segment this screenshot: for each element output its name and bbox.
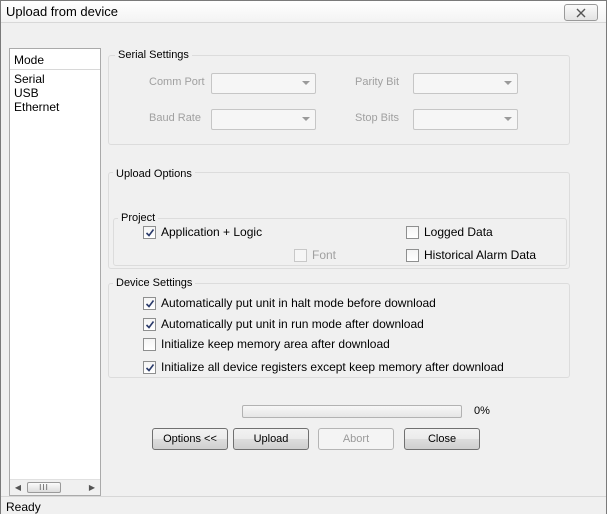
checkmark-icon — [145, 228, 155, 237]
upload-dialog: Upload from device Mode Serial USB Ether… — [0, 0, 607, 514]
checkbox-box — [143, 360, 156, 374]
parity-bit-select[interactable] — [413, 73, 518, 94]
stop-bits-label: Stop Bits — [355, 112, 400, 124]
checkmark-icon — [145, 320, 155, 329]
run-mode-label: Automatically put unit in run mode after… — [161, 317, 424, 331]
font-label: Font — [312, 248, 337, 262]
baud-rate-select[interactable] — [211, 109, 316, 130]
mode-list: Serial USB Ethernet — [10, 70, 100, 114]
font-checkbox[interactable]: Font — [294, 248, 336, 262]
title-bar[interactable]: Upload from device — [1, 1, 606, 23]
device-settings-group: Device Settings Automatically put unit i… — [108, 277, 570, 378]
options-button[interactable]: Options << — [152, 428, 228, 450]
checkbox-box — [143, 337, 156, 351]
logged-data-label: Logged Data — [424, 225, 493, 239]
application-logic-label: Application + Logic — [161, 225, 263, 239]
progress-percent: 0% — [474, 405, 490, 417]
application-logic-checkbox[interactable]: Application + Logic — [143, 225, 262, 239]
chevron-down-icon — [504, 117, 512, 121]
chevron-down-icon — [302, 117, 310, 121]
abort-button[interactable]: Abort — [318, 428, 394, 450]
upload-options-legend: Upload Options — [113, 168, 195, 180]
upload-progress-bar — [242, 405, 462, 418]
status-bar: Ready — [1, 496, 606, 514]
scroll-left-icon[interactable]: ◀ — [10, 480, 26, 495]
logged-data-checkbox[interactable]: Logged Data — [406, 225, 493, 239]
historical-alarm-checkbox[interactable]: Historical Alarm Data — [406, 248, 536, 262]
upload-button[interactable]: Upload — [233, 428, 309, 450]
keep-memory-checkbox[interactable]: Initialize keep memory area after downlo… — [143, 337, 390, 351]
mode-item-ethernet[interactable]: Ethernet — [14, 100, 100, 114]
mode-item-usb[interactable]: USB — [14, 86, 100, 100]
checkmark-icon — [145, 363, 155, 372]
chevron-down-icon — [504, 81, 512, 85]
mode-header: Mode — [10, 49, 100, 70]
baud-rate-label: Baud Rate — [149, 112, 201, 124]
project-legend: Project — [118, 212, 159, 224]
device-settings-legend: Device Settings — [113, 277, 196, 289]
halt-mode-checkbox[interactable]: Automatically put unit in halt mode befo… — [143, 296, 436, 310]
chevron-down-icon — [302, 81, 310, 85]
historical-alarm-label: Historical Alarm Data — [424, 248, 537, 262]
mode-item-serial[interactable]: Serial — [14, 72, 100, 86]
stop-bits-select[interactable] — [413, 109, 518, 130]
window-close-button[interactable] — [564, 4, 598, 21]
parity-bit-label: Parity Bit — [355, 76, 400, 88]
horizontal-scrollbar[interactable]: ◀ III ▶ — [10, 479, 100, 495]
checkmark-icon — [145, 299, 155, 308]
scroll-thumb[interactable]: III — [27, 482, 61, 493]
checkbox-box — [406, 225, 419, 239]
comm-port-select[interactable] — [211, 73, 316, 94]
init-registers-label: Initialize all device registers except k… — [161, 360, 504, 374]
keep-memory-label: Initialize keep memory area after downlo… — [161, 337, 390, 351]
status-text: Ready — [6, 500, 41, 514]
init-registers-checkbox[interactable]: Initialize all device registers except k… — [143, 360, 504, 374]
scroll-right-icon[interactable]: ▶ — [84, 480, 100, 495]
checkbox-box — [406, 248, 419, 262]
serial-settings-group: Serial Settings Comm Port Parity Bit Bau… — [108, 49, 570, 145]
checkbox-box — [143, 317, 156, 331]
comm-port-label: Comm Port — [149, 76, 205, 88]
mode-list-panel: Mode Serial USB Ethernet ◀ III ▶ — [9, 48, 101, 496]
upload-options-group: Upload Options Project Application + Log… — [108, 168, 570, 269]
close-icon — [576, 8, 586, 17]
halt-mode-label: Automatically put unit in halt mode befo… — [161, 296, 436, 310]
checkbox-box — [143, 225, 156, 239]
checkbox-box — [294, 248, 307, 262]
window-title: Upload from device — [6, 4, 118, 19]
close-button[interactable]: Close — [404, 428, 480, 450]
checkbox-box — [143, 296, 156, 310]
serial-settings-legend: Serial Settings — [115, 49, 192, 61]
run-mode-checkbox[interactable]: Automatically put unit in run mode after… — [143, 317, 424, 331]
project-group: Project Application + Logic Font Logged … — [113, 212, 567, 266]
